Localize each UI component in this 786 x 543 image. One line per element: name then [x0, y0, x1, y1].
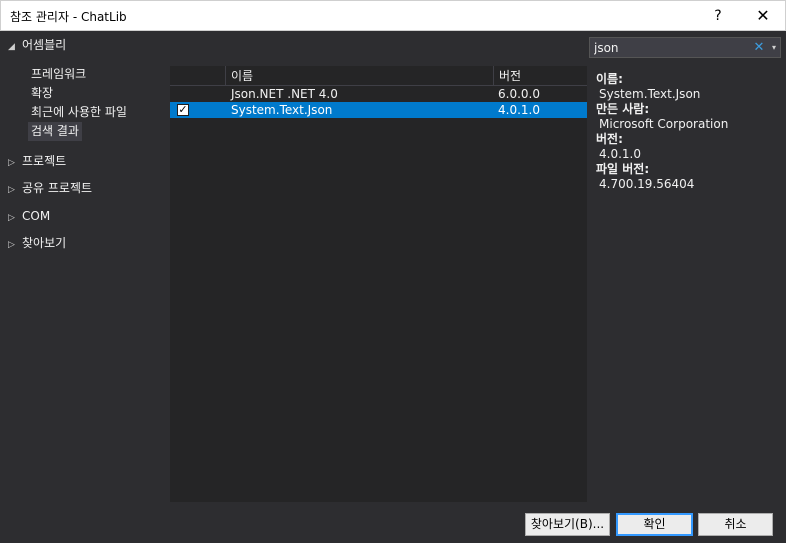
checkmark-icon: ✓: [178, 103, 188, 116]
nav-item-assemblies[interactable]: ◢ 어셈블리: [8, 35, 66, 55]
table-row[interactable]: Json.NET .NET 4.0 6.0.0.0: [170, 86, 587, 102]
column-header-version[interactable]: 버전: [493, 66, 564, 86]
collapsed-arrow-icon: ▷: [8, 158, 15, 168]
table-row-selected[interactable]: ✓ System.Text.Json 4.0.1.0: [170, 102, 587, 118]
window-title: 참조 관리자 - ChatLib: [10, 10, 127, 24]
column-header-name[interactable]: 이름: [225, 66, 493, 86]
nav-item-label: 찾아보기: [22, 236, 67, 250]
detail-author-value: Microsoft Corporation: [599, 117, 729, 131]
nav-item-recent[interactable]: 최근에 사용한 파일: [28, 103, 130, 122]
nav-item-browse[interactable]: ▷ 찾아보기: [8, 233, 66, 253]
row-name: System.Text.Json: [231, 103, 333, 117]
detail-file-version-value: 4.700.19.56404: [599, 177, 695, 191]
details-panel: 이름: System.Text.Json 만든 사람: Microsoft Co…: [596, 72, 781, 192]
nav-item-shared-projects[interactable]: ▷ 공유 프로젝트: [8, 178, 92, 198]
close-button[interactable]: ✕: [743, 1, 783, 31]
detail-name-value: System.Text.Json: [599, 87, 701, 101]
browse-button[interactable]: 찾아보기(B)...: [525, 513, 610, 536]
detail-file-version-label: 파일 버전:: [596, 162, 650, 176]
detail-version-value: 4.0.1.0: [599, 147, 641, 161]
collapsed-arrow-icon: ▷: [8, 213, 15, 223]
nav-item-extensions[interactable]: 확장: [28, 84, 56, 103]
nav-item-label: 어셈블리: [22, 38, 67, 52]
nav-item-com[interactable]: ▷ COM: [8, 206, 50, 226]
row-version: 6.0.0.0: [498, 87, 540, 101]
cancel-button[interactable]: 취소: [698, 513, 773, 536]
nav-item-search-results[interactable]: 검색 결과: [28, 122, 82, 141]
category-nav: ◢ 어셈블리 프레임워크 확장 최근에 사용한 파일 검색 결과 ▷ 프로젝트 ▷ 공…: [0, 31, 170, 501]
detail-author-label: 만든 사람:: [596, 102, 650, 116]
title-bar: 참조 관리자 - ChatLib ? ✕: [0, 0, 786, 31]
collapsed-arrow-icon: ▷: [8, 185, 15, 195]
help-button[interactable]: ?: [701, 1, 735, 31]
assembly-list: 이름 버전 Json.NET .NET 4.0 6.0.0.0 ✓ System…: [170, 66, 587, 502]
detail-version-label: 버전:: [596, 132, 623, 146]
include-checkbox[interactable]: ✓: [177, 104, 189, 116]
row-version: 4.0.1.0: [498, 103, 540, 117]
list-header: 이름 버전: [170, 66, 587, 86]
collapsed-arrow-icon: ▷: [8, 240, 15, 250]
row-name: Json.NET .NET 4.0: [231, 87, 338, 101]
detail-name-label: 이름:: [596, 72, 623, 86]
nav-item-label: COM: [22, 209, 51, 223]
nav-item-projects[interactable]: ▷ 프로젝트: [8, 151, 66, 171]
nav-item-label: 공유 프로젝트: [22, 181, 93, 195]
nav-item-framework[interactable]: 프레임워크: [28, 65, 89, 84]
search-box: ✕ ▾: [589, 37, 781, 58]
search-input[interactable]: [594, 39, 744, 56]
clear-search-icon[interactable]: ✕: [753, 38, 765, 57]
expanded-arrow-icon: ◢: [8, 42, 15, 52]
nav-item-label: 프로젝트: [22, 154, 67, 168]
ok-button[interactable]: 확인: [616, 513, 693, 536]
chevron-down-icon[interactable]: ▾: [769, 38, 779, 57]
